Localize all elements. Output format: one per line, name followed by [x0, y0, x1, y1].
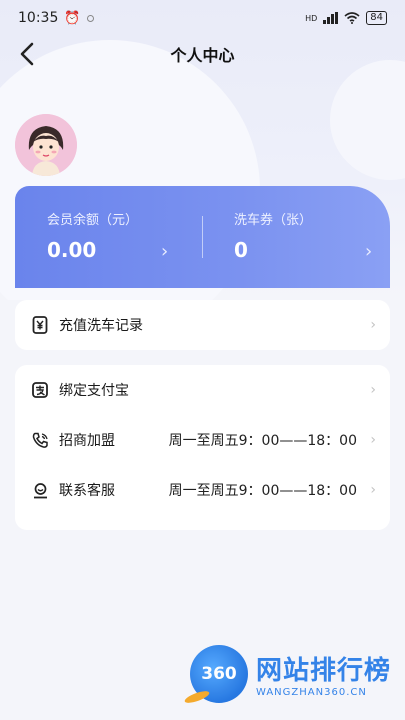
wifi-icon	[344, 12, 360, 24]
menu-item-label: 充值洗车记录	[59, 318, 143, 334]
member-balance-section[interactable]: 会员余额（元） 0.00 ›	[15, 186, 202, 288]
network-type: HD	[305, 13, 318, 23]
decorative-circle	[330, 60, 405, 180]
watermark-logo: 360 网站排行榜 WANGZHAN360.CN	[190, 632, 400, 716]
avatar-girl-icon	[15, 114, 77, 176]
settings-menu-card: 绑定支付宝 › 招商加盟 周一至周五9：00——18：00 › 联系客服 周一至…	[15, 365, 390, 530]
watermark-badge: 360	[190, 645, 248, 703]
menu-item-label: 联系客服	[59, 483, 115, 499]
chevron-right-icon: ›	[370, 482, 376, 498]
coupon-label: 洗车券（张）	[234, 213, 313, 228]
menu-item-franchise[interactable]: 招商加盟 周一至周五9：00——18：00 ›	[15, 415, 390, 465]
menu-item-customer-service[interactable]: 联系客服 周一至周五9：00——18：00 ›	[15, 465, 390, 515]
service-hours: 周一至周五9：00——18：00	[168, 483, 357, 499]
alipay-icon	[31, 381, 49, 399]
back-arrow-icon[interactable]	[14, 39, 44, 69]
chevron-right-icon: ›	[365, 241, 373, 262]
battery-icon: 84	[366, 11, 387, 25]
coupon-section[interactable]: 洗车券（张） 0 ›	[203, 186, 390, 288]
watermark-main-text: 网站排行榜	[256, 656, 392, 686]
page-title: 个人中心	[170, 46, 235, 65]
coupon-value: 0	[234, 238, 248, 262]
chevron-right-icon: ›	[370, 382, 376, 398]
business-hours: 周一至周五9：00——18：00	[168, 433, 357, 449]
chevron-right-icon: ›	[370, 317, 376, 333]
recharge-menu-card: 充值洗车记录 ›	[15, 300, 390, 350]
menu-item-label: 绑定支付宝	[59, 383, 129, 399]
notification-dot-icon	[86, 14, 94, 22]
chevron-right-icon: ›	[161, 241, 169, 262]
status-bar: 10:35 ⏰ HD 84	[0, 0, 405, 36]
page-header: 个人中心	[0, 36, 405, 72]
signal-icon	[323, 12, 339, 24]
watermark-text: 网站排行榜 WANGZHAN360.CN	[256, 650, 391, 698]
menu-item-bind-alipay[interactable]: 绑定支付宝 ›	[15, 365, 390, 415]
phone-icon	[31, 431, 49, 449]
card-bottom-padding	[15, 515, 390, 530]
customer-service-icon	[31, 481, 49, 499]
alarm-icon: ⏰	[64, 10, 81, 26]
chevron-right-icon: ›	[370, 432, 376, 448]
member-balance-value: 0.00	[47, 238, 97, 262]
status-time: 10:35	[18, 10, 59, 26]
status-icons: HD 84	[305, 11, 387, 25]
avatar[interactable]	[15, 114, 77, 176]
balance-card: 会员余额（元） 0.00 › 洗车券（张） 0 ›	[15, 186, 390, 288]
menu-item-label: 招商加盟	[59, 433, 115, 449]
member-balance-label: 会员余额（元）	[47, 213, 139, 228]
menu-item-recharge-records[interactable]: 充值洗车记录 ›	[15, 300, 390, 350]
watermark-sub-text: WANGZHAN360.CN	[256, 687, 367, 698]
yen-receipt-icon	[31, 316, 49, 334]
